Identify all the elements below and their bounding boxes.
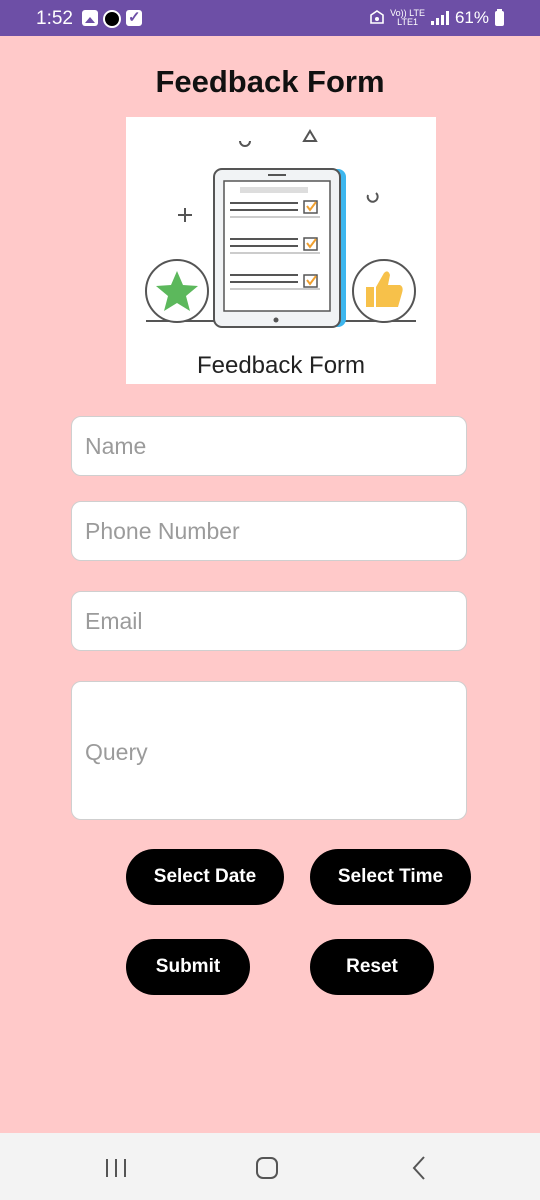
submit-button[interactable]: Submit <box>126 939 250 995</box>
back-icon[interactable] <box>399 1153 439 1183</box>
star-icon <box>145 259 209 323</box>
query-field[interactable] <box>71 681 467 820</box>
phone-number-field[interactable] <box>71 501 467 561</box>
system-icons: Vo)) LTE LTE1 61% <box>370 8 504 28</box>
notification-icons <box>82 8 142 28</box>
battery-level: 61% <box>454 8 489 27</box>
email-field[interactable] <box>71 591 467 651</box>
gallery-icon <box>82 10 98 26</box>
checkbox-icon <box>126 8 142 26</box>
status-bar: 1:52 Vo)) LTE LTE1 61% <box>0 0 540 36</box>
feedback-illustration: Feedback Form <box>126 117 436 384</box>
select-date-button[interactable]: Select Date <box>126 849 284 905</box>
clipboard-icon <box>213 168 346 328</box>
thumbs-up-icon <box>352 259 416 323</box>
status-time: 1:52 <box>36 8 73 29</box>
snapchat-icon <box>103 10 121 28</box>
data-saver-icon <box>370 10 384 24</box>
navigation-bar <box>0 1133 540 1200</box>
illustration-caption: Feedback Form <box>197 352 365 379</box>
signal-icon <box>430 11 449 25</box>
select-time-button[interactable]: Select Time <box>310 849 471 905</box>
recent-apps-icon[interactable] <box>96 1153 136 1183</box>
home-icon[interactable] <box>247 1153 287 1183</box>
page-title: Feedback Form <box>155 64 385 99</box>
name-field[interactable] <box>71 416 467 476</box>
reset-button[interactable]: Reset <box>310 939 434 995</box>
battery-icon <box>495 8 504 26</box>
network-type: Vo)) LTE LTE1 <box>390 8 425 27</box>
